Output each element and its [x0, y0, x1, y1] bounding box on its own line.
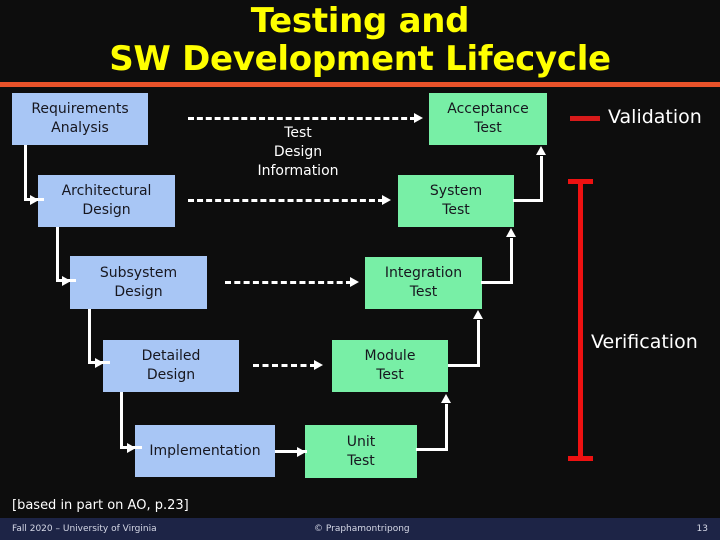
test-design-information-label: Test Design Information	[257, 125, 339, 179]
box-unit-test[interactable]: Unit Test	[305, 425, 417, 478]
box-label: Implementation	[149, 442, 261, 459]
arrowhead-to-subsystem-design	[62, 276, 71, 286]
box-module-test[interactable]: Module Test	[332, 340, 448, 392]
arrowhead-to-integration-test	[473, 310, 483, 319]
verification-bracket-bottom-cap	[568, 456, 593, 461]
arrowhead-to-implementation	[127, 443, 136, 453]
box-subsystem-design[interactable]: Subsystem Design	[70, 256, 207, 309]
connector-subsystem-to-detailed	[88, 309, 91, 364]
connector-integration-test-to-system-test-horizontal	[481, 281, 513, 284]
dashed-arrow-architectural-to-system	[188, 199, 384, 202]
box-label: Unit Test	[346, 433, 376, 469]
box-requirements-analysis[interactable]: Requirements Analysis	[12, 93, 148, 145]
arrowhead-to-unit-test	[297, 447, 306, 457]
dashed-arrow-detailed-to-module	[253, 364, 316, 367]
page-title: Testing and SW Development Lifecycle	[0, 2, 720, 78]
box-label: Acceptance Test	[447, 101, 529, 136]
arrowhead-to-architectural-design	[30, 195, 39, 205]
box-label: Requirements Analysis	[31, 101, 129, 136]
title-divider	[0, 82, 720, 87]
box-implementation[interactable]: Implementation	[135, 425, 275, 477]
box-architectural-design[interactable]: Architectural Design	[38, 175, 175, 227]
connector-system-test-to-acceptance-test-horizontal	[513, 199, 543, 202]
arrowhead-to-module-test	[441, 394, 451, 403]
box-integration-test[interactable]: Integration Test	[365, 257, 482, 309]
box-label: Detailed Design	[141, 348, 201, 383]
validation-legend-label: Validation	[608, 106, 702, 128]
connector-architectural-to-subsystem	[56, 227, 59, 282]
connector-module-test-to-integration-test-horizontal	[448, 364, 480, 367]
connector-unit-test-to-module-test-horizontal	[416, 448, 448, 451]
validation-legend-marker	[570, 116, 600, 121]
box-system-test[interactable]: System Test	[398, 175, 514, 227]
connector-module-test-to-integration-test	[477, 320, 480, 366]
source-note: [based in part on AO, p.23]	[12, 498, 189, 513]
footer-page-number: 13	[696, 524, 708, 534]
arrowhead-dashed-integration	[350, 277, 359, 287]
box-label: Architectural Design	[61, 183, 152, 218]
footer-copyright: © Praphamontripong	[314, 524, 410, 534]
connector-detailed-to-implementation	[120, 392, 123, 448]
arrowhead-to-detailed-design	[95, 358, 104, 368]
connector-system-test-to-acceptance-test	[540, 156, 543, 201]
footer-course-info: Fall 2020 – University of Virginia	[12, 524, 157, 534]
title-line-1: Testing and	[250, 1, 470, 41]
verification-bracket-stem	[578, 183, 583, 460]
box-label: Subsystem Design	[99, 264, 178, 300]
arrowhead-to-acceptance-test	[536, 146, 546, 155]
box-label: System Test	[429, 183, 483, 218]
verification-legend-label: Verification	[591, 331, 698, 353]
box-label: Integration Test	[384, 265, 463, 300]
slide-canvas: Testing and SW Development Lifecycle Req…	[0, 0, 720, 540]
box-acceptance-test[interactable]: Acceptance Test	[429, 93, 547, 145]
connector-unit-test-to-module-test	[445, 404, 448, 450]
connector-integration-test-to-system-test	[510, 238, 513, 283]
box-detailed-design[interactable]: Detailed Design	[103, 340, 239, 392]
dashed-arrow-requirements-to-acceptance	[188, 117, 416, 120]
arrowhead-to-system-test	[506, 228, 516, 237]
title-line-2: SW Development Lifecycle	[109, 39, 611, 79]
arrowhead-dashed-module	[314, 360, 323, 370]
connector-requirements-to-architectural	[24, 145, 27, 200]
slide-footer: Fall 2020 – University of Virginia © Pra…	[0, 518, 720, 540]
arrowhead-dashed-acceptance	[414, 113, 423, 123]
box-label: Module Test	[364, 348, 416, 383]
arrowhead-dashed-system	[382, 195, 391, 205]
dashed-arrow-subsystem-to-integration	[225, 281, 352, 284]
